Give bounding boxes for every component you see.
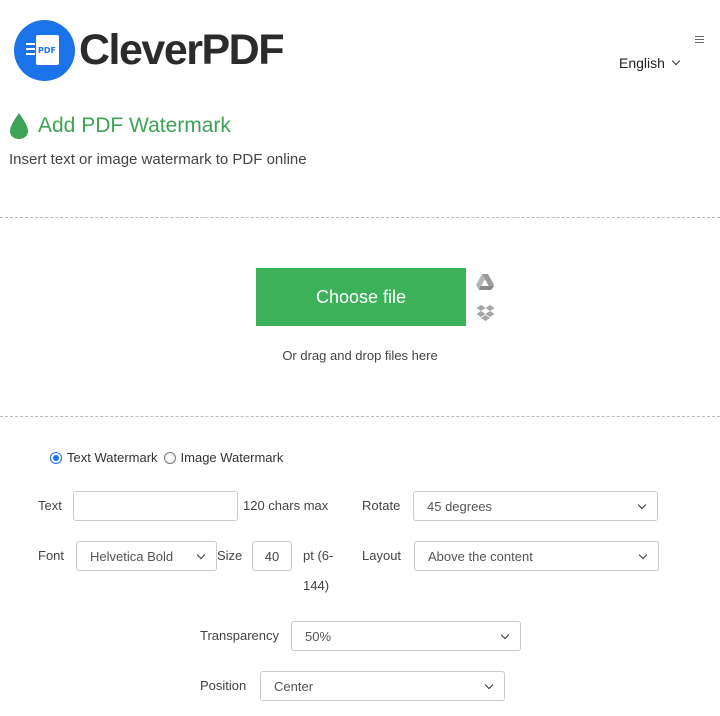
water-drop-icon — [10, 113, 28, 139]
dropbox-icon[interactable] — [476, 304, 495, 322]
transparency-label: Transparency — [200, 628, 279, 643]
drag-drop-hint: Or drag and drop files here — [282, 348, 438, 363]
google-drive-icon[interactable] — [476, 273, 495, 291]
transparency-select[interactable]: 50% — [291, 621, 521, 651]
page-subtitle: Insert text or image watermark to PDF on… — [9, 151, 307, 168]
image-watermark-label[interactable]: Image Watermark — [181, 450, 284, 465]
chevron-down-icon — [500, 630, 510, 640]
font-label: Font — [38, 548, 65, 563]
rotate-select[interactable]: 45 degrees — [413, 491, 658, 521]
rotate-label: Rotate — [362, 498, 401, 513]
position-select[interactable]: Center — [260, 671, 505, 701]
text-watermark-radio[interactable] — [50, 451, 62, 464]
rotate-value: 45 degrees — [427, 498, 493, 514]
position-value: Center — [274, 678, 314, 694]
font-select[interactable]: Helvetica Bold — [76, 541, 217, 571]
logo-badge-text: PDF — [38, 46, 56, 55]
chevron-down-icon — [638, 550, 648, 560]
language-selector[interactable]: English — [619, 55, 681, 71]
layout-select[interactable]: Above the content — [414, 541, 659, 571]
language-label: English — [619, 55, 665, 71]
hamburger-menu-icon[interactable] — [695, 36, 704, 45]
layout-label: Layout — [362, 548, 402, 563]
size-hint-line2: 144) — [303, 578, 330, 593]
layout-value: Above the content — [428, 548, 533, 564]
size-input[interactable]: 40 — [252, 541, 292, 571]
font-value: Helvetica Bold — [90, 548, 174, 564]
chevron-down-icon — [671, 56, 681, 66]
text-label: Text — [38, 498, 62, 513]
brand-name: CleverPDF — [79, 26, 284, 74]
transparency-value: 50% — [305, 628, 332, 644]
size-hint-line1: pt (6- — [303, 548, 334, 563]
page-title: Add PDF Watermark — [38, 114, 231, 137]
text-watermark-label[interactable]: Text Watermark — [67, 450, 158, 465]
chevron-down-icon — [196, 550, 206, 560]
chevron-down-icon — [637, 500, 647, 510]
watermark-type-group: Text Watermark Image Watermark — [50, 450, 289, 465]
position-label: Position — [200, 678, 247, 693]
divider-top — [0, 217, 720, 218]
page-title-row: Add PDF Watermark — [9, 112, 231, 140]
image-watermark-radio[interactable] — [163, 451, 176, 464]
divider-bottom — [0, 416, 720, 417]
choose-file-button[interactable]: Choose file — [256, 268, 466, 326]
watermark-text-input[interactable] — [73, 491, 238, 521]
cleverpdf-logo[interactable]: PDF CleverPDF — [14, 20, 284, 81]
chevron-down-icon — [484, 680, 494, 690]
size-label: Size — [217, 548, 243, 563]
text-hint: 120 chars max — [243, 498, 329, 513]
logo-mark-icon: PDF — [14, 20, 75, 81]
